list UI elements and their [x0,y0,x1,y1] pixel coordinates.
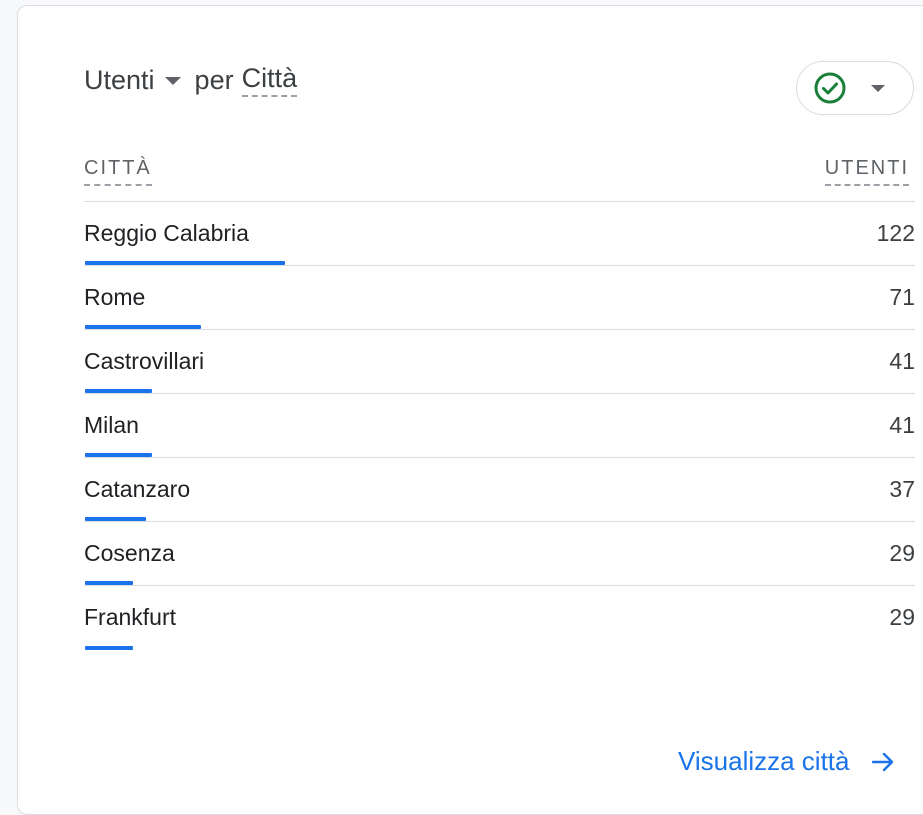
value-bar [85,389,152,393]
users-value: 41 [889,412,915,438]
city-name: Cosenza [84,540,175,566]
table-row[interactable]: Milan 41 [84,394,915,458]
card-title: Utenti per Città [84,64,298,97]
users-by-city-card: Utenti per Città CITTÀ UTENTI Reggio Cal… [17,5,923,815]
value-bar [85,517,146,521]
column-header-city[interactable]: CITTÀ [84,156,152,186]
metric-label: Utenti [84,65,155,95]
users-value: 71 [889,284,915,310]
users-value: 29 [889,540,915,566]
city-name: Reggio Calabria [84,220,249,246]
city-name: Castrovillari [84,348,205,374]
view-cities-label: Visualizza città [678,746,850,776]
users-value: 29 [889,604,915,630]
caret-down-icon [871,84,885,92]
table-row[interactable]: Catanzaro 37 [84,458,915,522]
data-quality-button[interactable] [796,61,914,115]
dimension-label[interactable]: Città [241,64,298,97]
table-row[interactable]: Frankfurt 29 [84,586,915,650]
arrow-right-icon [871,752,893,771]
table-row[interactable]: Reggio Calabria 122 [84,202,915,266]
value-bar [85,453,152,457]
value-bar [85,581,133,585]
view-cities-link[interactable]: Visualizza città [678,746,896,777]
value-bar [85,325,201,329]
city-name: Rome [84,284,146,310]
users-value: 37 [889,476,915,502]
table-row[interactable]: Castrovillari 41 [84,330,915,394]
by-label: per [194,65,234,95]
column-header-users[interactable]: UTENTI [824,156,909,186]
table-row[interactable]: Rome 71 [84,266,915,330]
city-name: Catanzaro [84,476,191,502]
city-table: Reggio Calabria 122 Rome 71 Castrovillari 41 M… [84,202,915,650]
metric-selector[interactable]: Utenti [84,65,195,96]
value-bar [85,646,133,650]
table-row[interactable]: Cosenza 29 [84,522,915,586]
check-circle-icon [814,72,846,104]
users-value: 122 [876,220,915,246]
value-bar [85,261,285,265]
users-value: 41 [889,348,915,374]
caret-down-icon [164,76,181,85]
city-name: Milan [84,412,139,438]
city-name: Frankfurt [84,604,177,630]
